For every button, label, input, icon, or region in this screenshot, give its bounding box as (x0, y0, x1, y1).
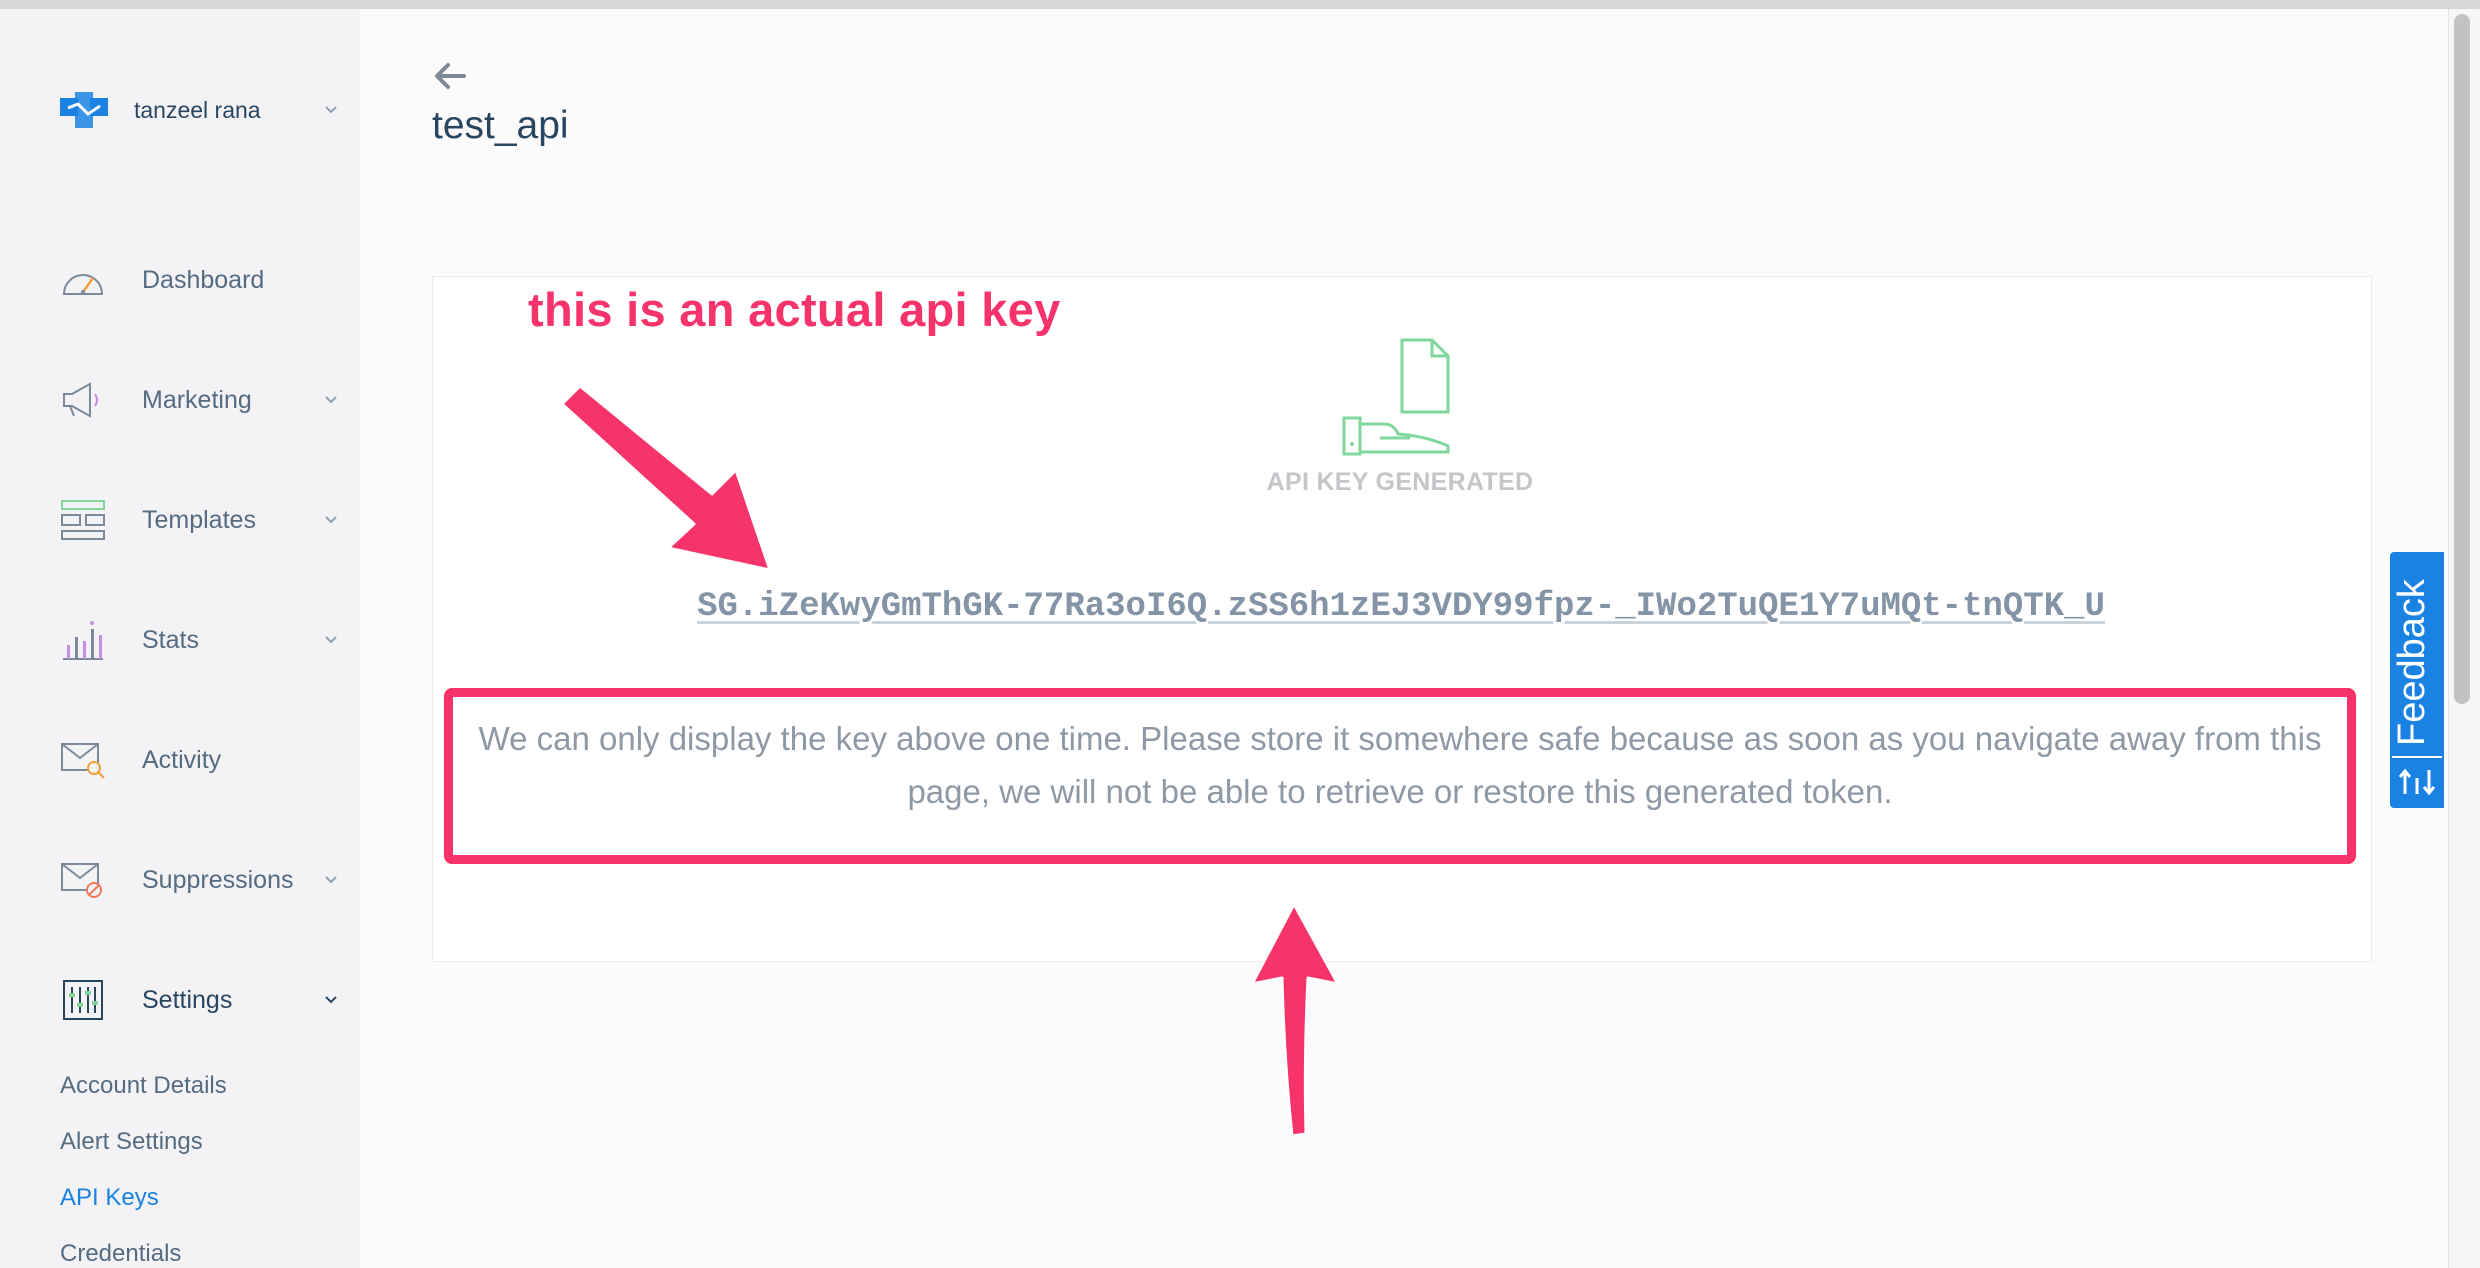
api-key-value[interactable]: SG.iZeKwyGmThGK-77Ra3oI6Q.zSS6h1zEJ3VDY9… (656, 588, 2146, 626)
scrollbar-thumb[interactable] (2454, 14, 2470, 704)
sidebar-item-label: Activity (142, 745, 222, 774)
window-top-border (0, 0, 2480, 9)
hand-document-icon (1342, 338, 1450, 456)
back-arrow-icon[interactable] (430, 56, 470, 96)
sidebar-subitem-account-details[interactable]: Account Details (60, 1072, 227, 1100)
feedback-separator (2392, 756, 2442, 758)
megaphone-icon (58, 375, 108, 425)
sidebar-item-label: Marketing (142, 385, 252, 414)
sidebar-subitem-credentials[interactable]: Credentials (60, 1240, 181, 1268)
chevron-down-icon (325, 636, 337, 644)
sidebar-item-dashboard[interactable]: Dashboard (58, 250, 338, 310)
sidebar-subitem-api-keys[interactable]: API Keys (60, 1184, 159, 1212)
speedometer-icon (58, 255, 108, 305)
page-title: test_api (432, 104, 569, 147)
sendgrid-logo-icon (60, 92, 108, 128)
sidebar-item-suppressions[interactable]: Suppressions (58, 850, 338, 910)
sliders-icon (58, 975, 108, 1025)
chevron-down-icon (325, 996, 337, 1004)
chevron-down-icon (325, 516, 337, 524)
feedback-label: Feedback (2391, 579, 2433, 746)
sidebar-item-label: Suppressions (142, 865, 294, 894)
annotation-label: this is an actual api key (528, 283, 1061, 336)
generated-label: API KEY GENERATED (1266, 468, 1534, 496)
sidebar-item-label: Settings (142, 985, 233, 1014)
sidebar-item-stats[interactable]: Stats (58, 610, 338, 670)
sidebar-item-label: Templates (142, 505, 256, 534)
templates-icon (58, 495, 108, 545)
chevron-down-icon (325, 396, 337, 404)
envelope-search-icon (58, 735, 108, 785)
sidebar-item-label: Dashboard (142, 265, 265, 294)
sidebar-item-activity[interactable]: Activity (58, 730, 338, 790)
sidebar-item-templates[interactable]: Templates (58, 490, 338, 550)
account-menu[interactable]: tanzeel rana (58, 82, 338, 138)
sidebar-subitem-alert-settings[interactable]: Alert Settings (60, 1128, 203, 1156)
sidebar-item-label: Stats (142, 625, 199, 654)
sidebar-item-settings[interactable]: Settings (58, 970, 338, 1030)
account-name: tanzeel rana (134, 96, 261, 123)
annotation-highlight-box (444, 688, 2356, 864)
sidebar-item-marketing[interactable]: Marketing (58, 370, 338, 430)
sort-arrows-icon (2398, 768, 2436, 796)
chevron-down-icon (325, 876, 337, 884)
envelope-blocked-icon (58, 855, 108, 905)
chevron-down-icon (325, 106, 337, 114)
bar-chart-icon (58, 615, 108, 665)
